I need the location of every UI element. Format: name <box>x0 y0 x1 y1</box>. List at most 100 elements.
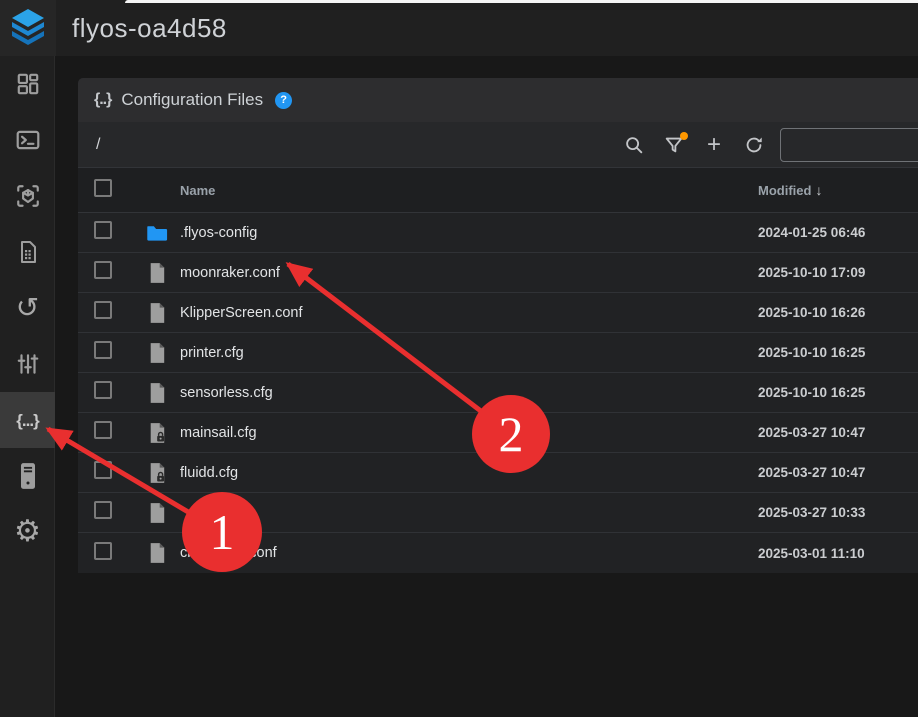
row-checkbox[interactable] <box>94 421 112 439</box>
file-size: 16.2 <box>890 465 918 480</box>
top-bar: flyos-oa4d58 <box>0 0 918 56</box>
file-table-row[interactable]: crowsnest.conf 2025-03-01 11:10 2.8 k <box>78 533 918 573</box>
file-name: KlipperScreen.conf <box>180 305 758 321</box>
file-icon <box>148 302 166 324</box>
file-lock-icon <box>148 422 166 444</box>
file-icon <box>148 542 166 564</box>
history-icon: ↺ <box>16 294 39 322</box>
row-checkbox[interactable] <box>94 461 112 479</box>
file-size: 0.6 k <box>890 265 918 280</box>
sidebar-item-host-machine[interactable] <box>0 448 55 504</box>
refresh-button[interactable] <box>734 125 774 165</box>
refresh-icon <box>743 134 765 156</box>
file-table-row[interactable]: mainsail.cfg 2025-03-27 10:47 16.1 <box>78 413 918 453</box>
mainsail-app: flyos-oa4d58 <box>0 0 918 717</box>
app-logo[interactable] <box>0 0 56 56</box>
sidebar-item-gcode-viewer[interactable] <box>0 168 55 224</box>
file-name: fluidd.cfg <box>180 465 758 481</box>
row-checkbox[interactable] <box>94 341 112 359</box>
file-table-row[interactable]: 2025-03-27 10:33 1.8 k <box>78 493 918 533</box>
file-size: 1.8 k <box>890 505 918 520</box>
sidebar-item-console[interactable] <box>0 112 55 168</box>
sidebar-item-dashboard[interactable] <box>0 56 55 112</box>
table-header-row: Name Modified ↓ Size <box>78 168 918 213</box>
row-checkbox[interactable] <box>94 542 112 560</box>
file-lock-icon <box>148 462 166 484</box>
card-header: {..} Configuration Files ? <box>78 78 918 122</box>
file-modified: 2025-10-10 16:25 <box>758 385 890 400</box>
file-name: .flyos-config <box>180 225 758 241</box>
name-column-header[interactable]: Name <box>180 183 758 198</box>
file-table-row[interactable]: .flyos-config 2024-01-25 06:46 4.0 k <box>78 213 918 253</box>
host-machine-icon <box>18 462 38 490</box>
select-all-checkbox[interactable] <box>94 179 112 197</box>
file-name: crowsnest.conf <box>180 545 758 561</box>
add-file-button[interactable]: + <box>694 125 734 165</box>
row-checkbox[interactable] <box>94 381 112 399</box>
file-table-body: .flyos-config 2024-01-25 06:46 4.0 k <box>78 213 918 573</box>
row-checkbox[interactable] <box>94 221 112 239</box>
sort-desc-icon: ↓ <box>815 182 822 198</box>
file-modified: 2025-03-01 11:10 <box>758 546 890 561</box>
file-name: sensorless.cfg <box>180 385 758 401</box>
sidebar-nav: ↺ {...} ⚙ <box>0 56 55 717</box>
file-modified: 2025-03-27 10:33 <box>758 505 890 520</box>
row-checkbox[interactable] <box>94 301 112 319</box>
file-modified: 2025-10-10 17:09 <box>758 265 890 280</box>
file-icon <box>148 382 166 404</box>
file-size: 0.4 k <box>890 305 918 320</box>
sidebar-item-machine-config[interactable]: {...} <box>0 392 55 448</box>
printer-name-title: flyos-oa4d58 <box>72 13 227 44</box>
file-table-row[interactable]: sensorless.cfg 2025-10-10 16:25 2.8 k <box>78 373 918 413</box>
tune-icon <box>15 351 41 377</box>
modified-column-header[interactable]: Modified ↓ <box>758 182 890 198</box>
file-size: 25.4 <box>890 345 918 360</box>
row-checkbox[interactable] <box>94 501 112 519</box>
search-button[interactable] <box>614 125 654 165</box>
file-modified: 2025-03-27 10:47 <box>758 425 890 440</box>
machine-config-icon: {...} <box>16 412 38 429</box>
file-icon <box>148 502 166 524</box>
file-modified: 2025-10-10 16:25 <box>758 345 890 360</box>
settings-gear-icon: ⚙ <box>14 517 41 547</box>
sidebar-item-tune[interactable] <box>0 336 55 392</box>
help-icon[interactable]: ? <box>275 92 292 109</box>
file-toolbar: / + <box>78 122 918 168</box>
page-title: Configuration Files <box>121 90 263 110</box>
filter-files-input[interactable] <box>781 137 918 153</box>
gcode-viewer-icon <box>15 183 41 209</box>
filter-active-badge <box>680 132 688 140</box>
file-size: 2.8 k <box>890 385 918 400</box>
file-table-row[interactable]: fluidd.cfg 2025-03-27 10:47 16.2 <box>78 453 918 493</box>
braces-icon: {..} <box>94 91 111 109</box>
filter-button[interactable] <box>654 125 694 165</box>
sidebar-item-settings[interactable]: ⚙ <box>0 504 55 560</box>
size-column-header[interactable]: Size <box>890 183 918 198</box>
sidebar-item-jobs[interactable] <box>0 224 55 280</box>
main-content: {..} Configuration Files ? / <box>56 56 918 717</box>
file-modified: 2025-03-27 10:47 <box>758 465 890 480</box>
file-modified: 2025-10-10 16:26 <box>758 305 890 320</box>
browser-edge-artifact <box>125 0 918 3</box>
file-name: mainsail.cfg <box>180 425 758 441</box>
file-name: printer.cfg <box>180 345 758 361</box>
jobs-list-icon <box>16 239 40 265</box>
search-icon <box>623 134 645 156</box>
mainsail-logo-icon <box>9 8 47 48</box>
dashboard-icon <box>15 71 41 97</box>
file-size: 4.0 k <box>890 225 918 240</box>
folder-icon <box>146 224 168 242</box>
file-table-row[interactable]: KlipperScreen.conf 2025-10-10 16:26 0.4 … <box>78 293 918 333</box>
file-table-row[interactable]: printer.cfg 2025-10-10 16:25 25.4 <box>78 333 918 373</box>
row-checkbox[interactable] <box>94 261 112 279</box>
file-table-row[interactable]: moonraker.conf 2025-10-10 17:09 0.6 k <box>78 253 918 293</box>
plus-icon: + <box>707 133 721 157</box>
breadcrumb-path[interactable]: / <box>96 136 100 154</box>
file-size: 2.8 k <box>890 546 918 561</box>
sidebar-item-history[interactable]: ↺ <box>0 280 55 336</box>
file-modified: 2024-01-25 06:46 <box>758 225 890 240</box>
file-icon <box>148 342 166 364</box>
config-files-card: {..} Configuration Files ? / <box>78 78 918 573</box>
filter-files-input-wrap <box>780 128 918 162</box>
modified-header-label: Modified <box>758 183 811 198</box>
